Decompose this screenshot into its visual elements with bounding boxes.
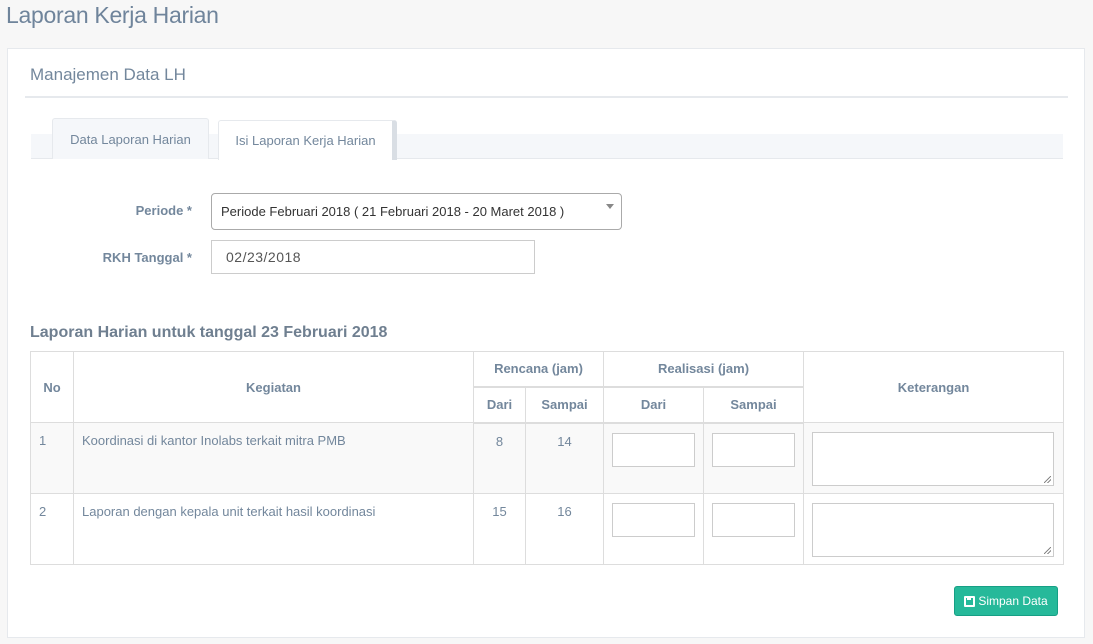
row-rencana-dari: 15 xyxy=(473,493,526,565)
row-no: 1 xyxy=(30,422,74,494)
row-no: 2 xyxy=(30,493,74,565)
panel-title: Manajemen Data LH xyxy=(30,65,186,84)
header-realisasi-sampai: Sampai xyxy=(702,386,805,424)
table-row: 2 Laporan dengan kepala unit terkait has… xyxy=(30,493,1065,565)
header-no: No xyxy=(30,351,74,423)
caret-down-icon xyxy=(606,204,614,209)
keterangan-textarea[interactable] xyxy=(812,503,1055,557)
panel: Manajemen Data LH Data Laporan Harian Is… xyxy=(7,48,1085,638)
simpan-data-button[interactable]: Simpan Data xyxy=(954,586,1058,616)
table-heading: Laporan Harian untuk tanggal 23 Februari… xyxy=(30,324,388,341)
tanggal-label: RKH Tanggal * xyxy=(102,250,192,265)
rkh-tanggal-input[interactable]: 02/23/2018 xyxy=(211,240,535,274)
header-kegiatan: Kegiatan xyxy=(73,351,474,423)
realisasi-dari-input[interactable] xyxy=(612,432,695,467)
keterangan-textarea[interactable] xyxy=(812,432,1055,486)
table-row: 1 Koordinasi di kantor Inolabs terkait m… xyxy=(30,422,1065,494)
row-rencana-sampai: 14 xyxy=(525,422,604,494)
tab-isi-laporan-kerja-harian[interactable]: Isi Laporan Kerja Harian xyxy=(218,120,397,160)
header-rencana-dari: Dari xyxy=(473,386,526,424)
header-rencana: Rencana (jam) xyxy=(473,351,604,388)
header-keterangan: Keterangan xyxy=(803,351,1065,423)
periode-value: Periode Februari 2018 ( 21 Februari 2018… xyxy=(221,204,565,219)
header-rencana-sampai: Sampai xyxy=(525,386,604,424)
row-rencana-dari: 8 xyxy=(473,422,526,494)
row-kegiatan: Laporan dengan kepala unit terkait hasil… xyxy=(73,493,474,565)
save-icon xyxy=(964,595,976,607)
realisasi-sampai-input[interactable] xyxy=(712,503,795,537)
realisasi-dari-input[interactable] xyxy=(612,503,695,537)
row-kegiatan: Koordinasi di kantor Inolabs terkait mit… xyxy=(73,422,474,494)
laporan-table: No Kegiatan Rencana (jam) Realisasi (jam… xyxy=(30,351,1065,565)
simpan-data-label: Simpan Data xyxy=(978,594,1048,608)
divider xyxy=(25,96,1068,98)
periode-label: Periode * xyxy=(135,203,192,218)
tab-data-laporan-harian[interactable]: Data Laporan Harian xyxy=(52,118,209,159)
periode-select[interactable]: Periode Februari 2018 ( 21 Februari 2018… xyxy=(211,193,622,230)
row-rencana-sampai: 16 xyxy=(525,493,604,565)
header-realisasi-dari: Dari xyxy=(603,386,704,424)
header-realisasi: Realisasi (jam) xyxy=(602,351,805,388)
page-title: Laporan Kerja Harian xyxy=(6,2,219,28)
realisasi-sampai-input[interactable] xyxy=(712,432,795,467)
